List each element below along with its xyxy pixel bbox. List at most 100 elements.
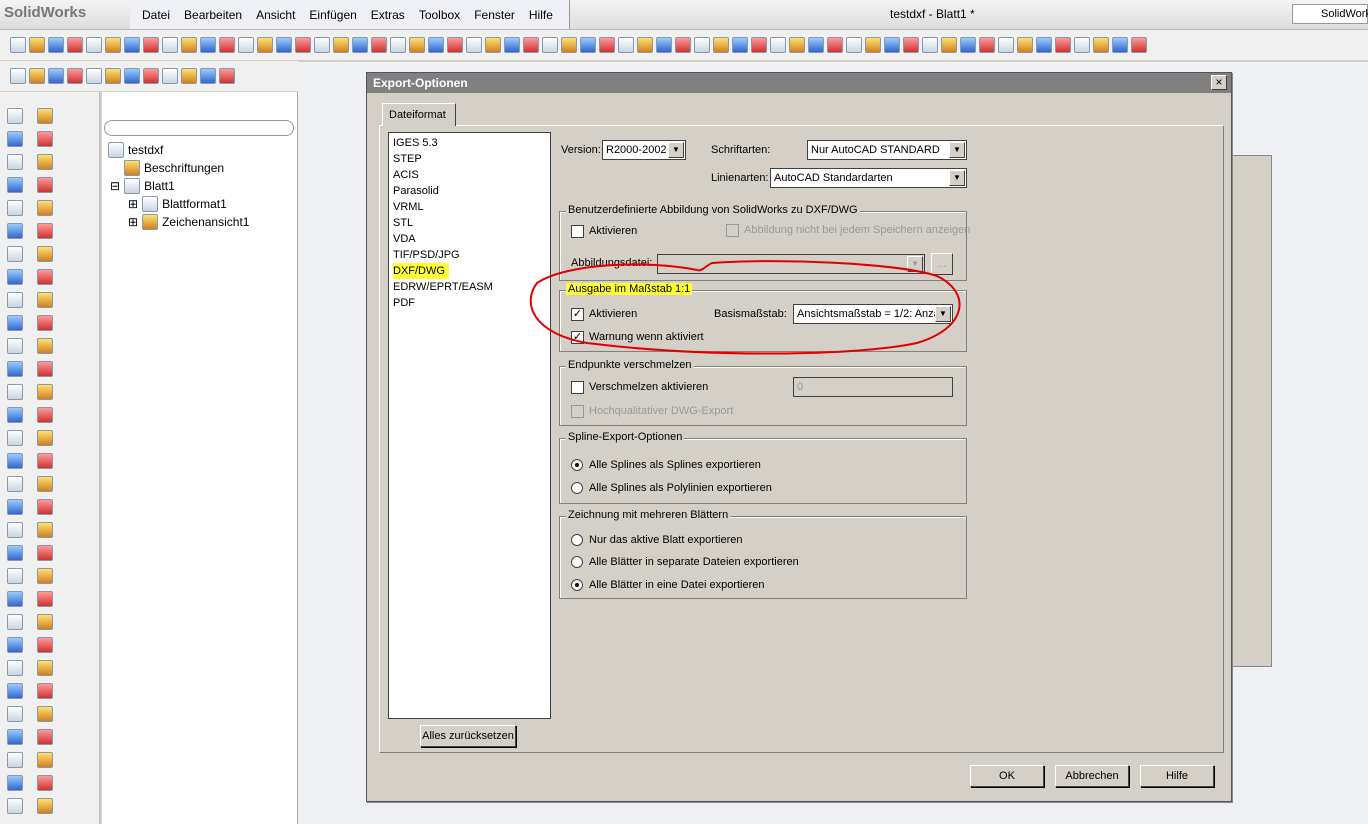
toolbar-button-icon[interactable] bbox=[67, 68, 83, 84]
toolbar-button-icon[interactable] bbox=[7, 729, 23, 745]
toolbar-button-icon[interactable] bbox=[656, 37, 672, 53]
toolbar-button-icon[interactable] bbox=[105, 37, 121, 53]
menu-einfuegen[interactable]: Einfügen bbox=[309, 8, 356, 22]
active-sheet-radio[interactable] bbox=[571, 534, 583, 546]
filter-input[interactable] bbox=[104, 120, 294, 136]
toolbar-button-icon[interactable] bbox=[485, 37, 501, 53]
menu-extras[interactable]: Extras bbox=[371, 8, 405, 22]
cancel-button[interactable]: Abbrechen bbox=[1055, 765, 1129, 787]
toolbar-button-icon[interactable] bbox=[599, 37, 615, 53]
toolbar-button-icon[interactable] bbox=[1074, 37, 1090, 53]
toolbar-button-icon[interactable] bbox=[7, 315, 23, 331]
toolbar-button-icon[interactable] bbox=[37, 499, 53, 515]
toolbar-button-icon[interactable] bbox=[7, 200, 23, 216]
toolbar-button-icon[interactable] bbox=[37, 131, 53, 147]
collapse-icon[interactable]: ⊟ bbox=[110, 179, 120, 193]
toolbar-button-icon[interactable] bbox=[1112, 37, 1128, 53]
toolbar-button-icon[interactable] bbox=[409, 37, 425, 53]
toolbar-button-icon[interactable] bbox=[941, 37, 957, 53]
toolbar-button-icon[interactable] bbox=[7, 706, 23, 722]
toolbar-button-icon[interactable] bbox=[504, 37, 520, 53]
toolbar-button-icon[interactable] bbox=[466, 37, 482, 53]
toolbar-button-icon[interactable] bbox=[10, 68, 26, 84]
toolbar-button-icon[interactable] bbox=[998, 37, 1014, 53]
hq-export-checkbox[interactable] bbox=[571, 405, 584, 418]
toolbar-button-icon[interactable] bbox=[37, 775, 53, 791]
toolbar-button-icon[interactable] bbox=[37, 292, 53, 308]
toolbar-button-icon[interactable] bbox=[37, 614, 53, 630]
toolbar-button-icon[interactable] bbox=[7, 338, 23, 354]
toolbar-button-icon[interactable] bbox=[7, 177, 23, 193]
toolbar-button-icon[interactable] bbox=[428, 37, 444, 53]
toolbar-button-icon[interactable] bbox=[694, 37, 710, 53]
chevron-down-icon[interactable]: ▼ bbox=[668, 142, 684, 158]
toolbar-button-icon[interactable] bbox=[37, 108, 53, 124]
toolbar-button-icon[interactable] bbox=[7, 637, 23, 653]
format-item[interactable]: VRML bbox=[393, 199, 546, 215]
toolbar-button-icon[interactable] bbox=[37, 200, 53, 216]
toolbar-button-icon[interactable] bbox=[371, 37, 387, 53]
toolbar-button-icon[interactable] bbox=[37, 706, 53, 722]
toolbar-button-icon[interactable] bbox=[561, 37, 577, 53]
menu-bearbeiten[interactable]: Bearbeiten bbox=[184, 8, 242, 22]
toolbar-button-icon[interactable] bbox=[675, 37, 691, 53]
toolbar-button-icon[interactable] bbox=[37, 752, 53, 768]
tree-item-sheetformat[interactable]: ⊞ Blattformat1 bbox=[128, 196, 227, 212]
toolbar-button-icon[interactable] bbox=[37, 637, 53, 653]
toolbar-button-icon[interactable] bbox=[37, 407, 53, 423]
toolbar-button-icon[interactable] bbox=[200, 37, 216, 53]
toolbar-button-icon[interactable] bbox=[542, 37, 558, 53]
format-item[interactable]: STL bbox=[393, 215, 546, 231]
toolbar-button-icon[interactable] bbox=[7, 660, 23, 676]
toolbar-button-icon[interactable] bbox=[1017, 37, 1033, 53]
toolbar-button-icon[interactable] bbox=[37, 246, 53, 262]
toolbar-button-icon[interactable] bbox=[713, 37, 729, 53]
toolbar-button-icon[interactable] bbox=[295, 37, 311, 53]
menu-ansicht[interactable]: Ansicht bbox=[256, 8, 295, 22]
toolbar-button-icon[interactable] bbox=[333, 37, 349, 53]
toolbar-button-icon[interactable] bbox=[7, 752, 23, 768]
close-icon[interactable]: × bbox=[1211, 75, 1227, 90]
toolbar-button-icon[interactable] bbox=[7, 591, 23, 607]
toolbar-button-icon[interactable] bbox=[789, 37, 805, 53]
toolbar-button-icon[interactable] bbox=[37, 545, 53, 561]
toolbar-button-icon[interactable] bbox=[732, 37, 748, 53]
chevron-down-icon[interactable]: ▼ bbox=[949, 170, 965, 186]
toolbar-button-icon[interactable] bbox=[48, 68, 64, 84]
toolbar-button-icon[interactable] bbox=[618, 37, 634, 53]
format-list[interactable]: IGES 5.3 STEP ACIS Parasolid VRML STL VDA TIF/P… bbox=[388, 132, 551, 719]
expand-icon[interactable]: ⊞ bbox=[128, 215, 138, 229]
reset-all-button[interactable]: Alles zurücksetzen bbox=[420, 725, 516, 747]
toolbar-button-icon[interactable] bbox=[7, 430, 23, 446]
toolbar-button-icon[interactable] bbox=[37, 177, 53, 193]
version-select[interactable]: R2000-2002 ▼ bbox=[602, 140, 686, 160]
toolbar-button-icon[interactable] bbox=[37, 338, 53, 354]
toolbar-button-icon[interactable] bbox=[37, 453, 53, 469]
toolbar-button-icon[interactable] bbox=[143, 68, 159, 84]
help-button[interactable]: Hilfe bbox=[1140, 765, 1214, 787]
format-item[interactable]: DXF/DWG bbox=[393, 263, 546, 279]
toolbar-button-icon[interactable] bbox=[903, 37, 919, 53]
merge-checkbox[interactable] bbox=[571, 381, 584, 394]
toolbar-button-icon[interactable] bbox=[37, 430, 53, 446]
toolbar-button-icon[interactable] bbox=[37, 660, 53, 676]
toolbar-button-icon[interactable] bbox=[238, 37, 254, 53]
toolbar-button-icon[interactable] bbox=[37, 269, 53, 285]
toolbar-button-icon[interactable] bbox=[884, 37, 900, 53]
mapping-activate-checkbox[interactable] bbox=[571, 225, 584, 238]
toolbar-button-icon[interactable] bbox=[37, 361, 53, 377]
toolbar-button-icon[interactable] bbox=[7, 108, 23, 124]
toolbar-button-icon[interactable] bbox=[48, 37, 64, 53]
tree-root[interactable]: testdxf bbox=[108, 142, 163, 158]
toolbar-button-icon[interactable] bbox=[7, 522, 23, 538]
toolbar-button-icon[interactable] bbox=[7, 384, 23, 400]
toolbar-button-icon[interactable] bbox=[751, 37, 767, 53]
format-item[interactable]: Parasolid bbox=[393, 183, 546, 199]
toolbar-button-icon[interactable] bbox=[86, 68, 102, 84]
toolbar-button-icon[interactable] bbox=[37, 568, 53, 584]
menu-toolbox[interactable]: Toolbox bbox=[419, 8, 460, 22]
toolbar-button-icon[interactable] bbox=[37, 223, 53, 239]
toolbar-button-icon[interactable] bbox=[181, 37, 197, 53]
toolbar-button-icon[interactable] bbox=[37, 729, 53, 745]
toolbar-button-icon[interactable] bbox=[523, 37, 539, 53]
